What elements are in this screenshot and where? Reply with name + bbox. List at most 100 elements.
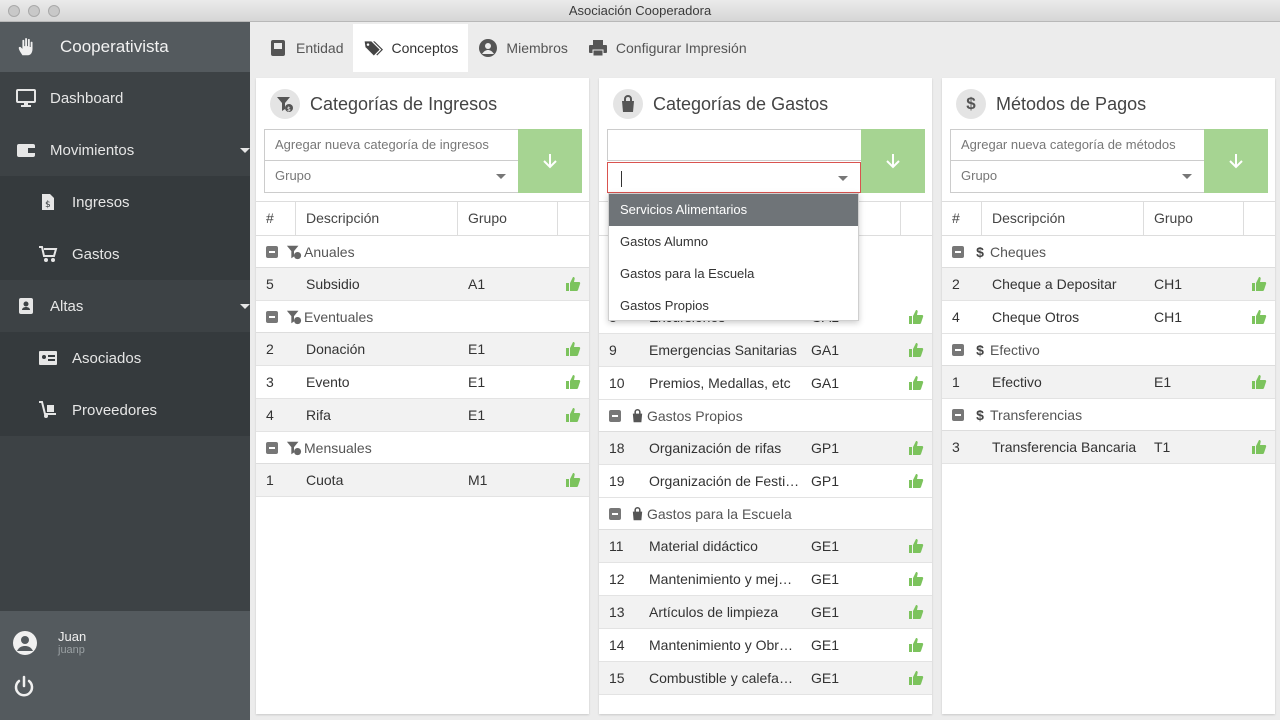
table-row[interactable]: 5 Subsidio A1 xyxy=(256,268,589,301)
id-card-icon xyxy=(38,348,58,368)
group-select[interactable]: Grupo xyxy=(950,161,1204,193)
table-row[interactable]: 2 Cheque a Depositar CH1 xyxy=(942,268,1275,301)
thumbs-up-icon[interactable] xyxy=(565,472,581,488)
column-header-group[interactable]: Grupo xyxy=(458,202,558,235)
dollar-icon: $ xyxy=(956,89,986,119)
thumbs-up-icon[interactable] xyxy=(908,375,924,391)
tab-configurar-impresion[interactable]: Configurar Impresión xyxy=(578,24,757,72)
group-header[interactable]: Gastos para la Escuela xyxy=(599,498,932,530)
column-header-num[interactable]: # xyxy=(942,202,982,235)
thumbs-up-icon[interactable] xyxy=(565,341,581,357)
thumbs-up-icon[interactable] xyxy=(908,342,924,358)
group-header[interactable]: $ Transferencias xyxy=(942,399,1275,431)
row-description: Cheque a Depositar xyxy=(992,276,1117,292)
thumbs-up-icon[interactable] xyxy=(908,538,924,554)
shopping-bag-icon xyxy=(613,89,643,119)
table-row[interactable]: 2 Donación E1 xyxy=(256,333,589,366)
table-row[interactable]: 14 Mantenimiento y Obr… GE1 xyxy=(599,629,932,662)
tab-conceptos[interactable]: Conceptos xyxy=(353,24,469,72)
dropdown-option[interactable]: Gastos para la Escuela xyxy=(609,258,858,290)
dropdown-option[interactable]: Gastos Alumno xyxy=(609,226,858,258)
collapse-icon[interactable] xyxy=(952,245,964,258)
table-row[interactable]: 4 Cheque Otros CH1 xyxy=(942,301,1275,334)
new-category-input[interactable]: Agregar nueva categoría de ingresos xyxy=(264,129,518,161)
table-row[interactable]: 15 Combustible y calefa… GE1 xyxy=(599,662,932,695)
thumbs-up-icon[interactable] xyxy=(565,374,581,390)
collapse-icon[interactable] xyxy=(266,245,278,258)
sidebar-item-gastos[interactable]: Gastos xyxy=(0,228,250,280)
new-category-input[interactable]: Agregar nueva categoría de métodos xyxy=(950,129,1204,161)
group-header[interactable]: Anuales xyxy=(256,236,589,268)
thumbs-up-icon[interactable] xyxy=(565,276,581,292)
sidebar-brand[interactable]: Cooperativista xyxy=(0,22,250,72)
column-header-group[interactable]: Grupo xyxy=(1144,202,1244,235)
row-group: E1 xyxy=(468,407,486,423)
table-row[interactable]: 3 Transferencia Bancaria T1 xyxy=(942,431,1275,464)
sidebar-item-proveedores[interactable]: Proveedores xyxy=(0,384,250,436)
column-header-num[interactable]: # xyxy=(256,202,296,235)
sidebar-item-ingresos[interactable]: $ Ingresos xyxy=(0,176,250,228)
thumbs-up-icon[interactable] xyxy=(1251,309,1267,325)
row-description: Efectivo xyxy=(992,374,1042,390)
collapse-icon[interactable] xyxy=(266,310,278,323)
group-header[interactable]: Eventuales xyxy=(256,301,589,333)
collapse-icon[interactable] xyxy=(609,409,621,422)
thumbs-up-icon[interactable] xyxy=(908,571,924,587)
row-number: 3 xyxy=(266,374,274,390)
user-profile[interactable]: Juan juanp xyxy=(12,629,86,656)
group-header[interactable]: $ Cheques xyxy=(942,236,1275,268)
table-row[interactable]: 1 Efectivo E1 xyxy=(942,366,1275,399)
thumbs-up-icon[interactable] xyxy=(908,637,924,653)
tab-miembros[interactable]: Miembros xyxy=(468,24,577,72)
collapse-icon[interactable] xyxy=(266,441,278,454)
table-row[interactable]: 12 Mantenimiento y mej… GE1 xyxy=(599,563,932,596)
maximize-window-button[interactable] xyxy=(48,5,60,17)
row-group: CH1 xyxy=(1154,276,1183,292)
collapse-icon[interactable] xyxy=(609,507,621,520)
collapse-icon[interactable] xyxy=(952,343,964,356)
dropdown-option[interactable]: Gastos Propios xyxy=(609,290,858,322)
thumbs-up-icon[interactable] xyxy=(908,440,924,456)
add-category-button[interactable] xyxy=(861,129,925,193)
table-row[interactable]: 3 Evento E1 xyxy=(256,366,589,399)
thumbs-up-icon[interactable] xyxy=(908,670,924,686)
new-category-input[interactable] xyxy=(607,129,861,161)
collapse-icon[interactable] xyxy=(952,408,964,421)
sidebar-item-altas[interactable]: Altas xyxy=(0,280,250,332)
sidebar-item-movimientos[interactable]: Movimientos xyxy=(0,124,250,176)
group-header[interactable]: Mensuales xyxy=(256,432,589,464)
dropdown-option[interactable]: Servicios Alimentarios xyxy=(609,194,858,226)
tab-entidad[interactable]: Entidad xyxy=(258,24,353,72)
thumbs-up-icon[interactable] xyxy=(1251,276,1267,292)
caret-down-icon xyxy=(240,148,250,153)
table-row[interactable]: 4 Rifa E1 xyxy=(256,399,589,432)
sidebar-item-asociados[interactable]: Asociados xyxy=(0,332,250,384)
add-category-button[interactable] xyxy=(1204,129,1268,193)
thumbs-up-icon[interactable] xyxy=(908,473,924,489)
thumbs-up-icon[interactable] xyxy=(1251,374,1267,390)
table-row[interactable]: 1 Cuota M1 xyxy=(256,464,589,497)
power-icon[interactable] xyxy=(12,675,36,699)
thumbs-up-icon[interactable] xyxy=(1251,439,1267,455)
thumbs-up-icon[interactable] xyxy=(908,309,924,325)
table-row[interactable]: 13 Artículos de limpieza GE1 xyxy=(599,596,932,629)
table-row[interactable]: 11 Material didáctico GE1 xyxy=(599,530,932,563)
add-category-button[interactable] xyxy=(518,129,582,193)
group-select[interactable] xyxy=(607,162,861,193)
table-row[interactable]: 10 Premios, Medallas, etc GA1 xyxy=(599,367,932,400)
funnel-dollar-icon xyxy=(286,309,302,325)
sidebar-item-dashboard[interactable]: Dashboard xyxy=(0,72,250,124)
thumbs-up-icon[interactable] xyxy=(908,604,924,620)
group-select[interactable]: Grupo xyxy=(264,161,518,193)
table-row[interactable]: 19 Organización de Festi… GP1 xyxy=(599,465,932,498)
thumbs-up-icon[interactable] xyxy=(565,407,581,423)
table-row[interactable]: 18 Organización de rifas GP1 xyxy=(599,432,932,465)
minimize-window-button[interactable] xyxy=(28,5,40,17)
table-row[interactable]: 9 Emergencias Sanitarias GA1 xyxy=(599,334,932,367)
column-header-desc[interactable]: Descripción xyxy=(982,202,1144,235)
sidebar-item-label: Ingresos xyxy=(72,193,130,211)
column-header-desc[interactable]: Descripción xyxy=(296,202,458,235)
group-header[interactable]: Gastos Propios xyxy=(599,400,932,432)
group-header[interactable]: $ Efectivo xyxy=(942,334,1275,366)
close-window-button[interactable] xyxy=(8,5,20,17)
